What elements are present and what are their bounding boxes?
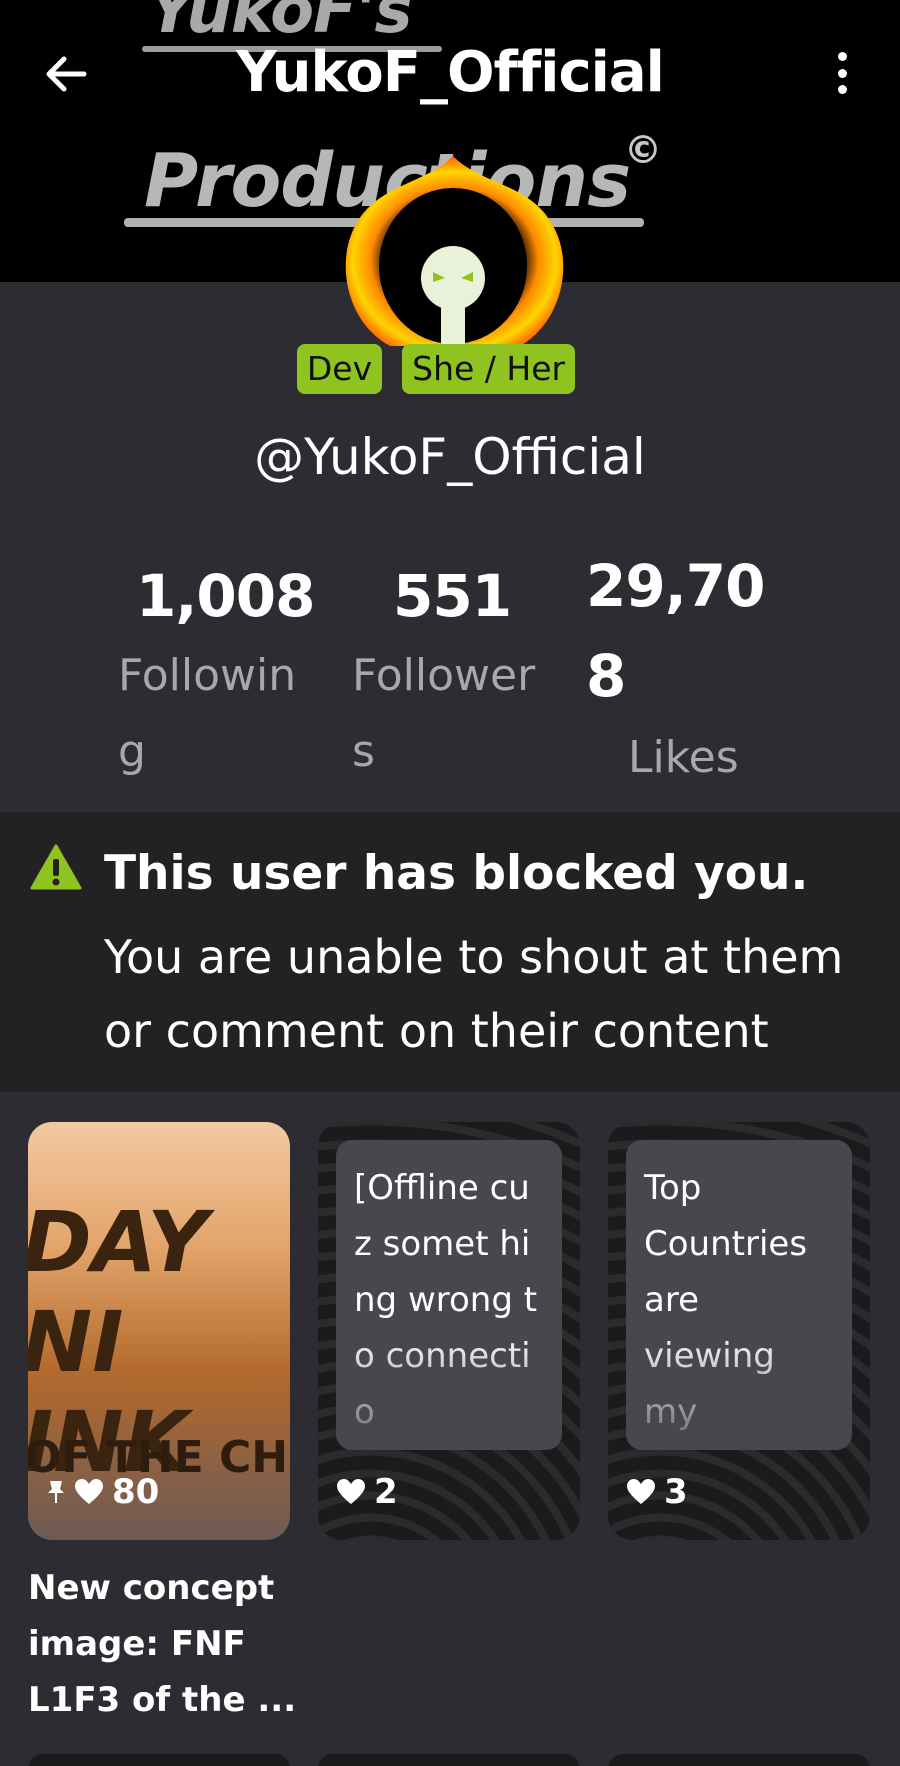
followers-label-line2: s [352, 726, 375, 777]
blocked-notice-body: You are unable to shout at them or comme… [104, 930, 844, 1058]
heart-icon [337, 1479, 365, 1504]
post-card-partial[interactable] [28, 1754, 290, 1766]
likes-label: Likes [628, 732, 739, 783]
post-card-partial[interactable] [608, 1754, 870, 1766]
post-card-partial[interactable] [318, 1754, 580, 1766]
page-title: YukoF_Official [236, 40, 665, 105]
following-label-line2: g [118, 726, 146, 777]
kebab-menu-icon [837, 52, 847, 61]
blocked-notice-title: This user has blocked you. [104, 846, 809, 901]
post-likes: 3 [626, 1472, 688, 1512]
avatar[interactable] [330, 154, 576, 350]
heart-icon [627, 1479, 655, 1504]
likes-count-line2: 8 [586, 642, 626, 710]
pronouns-badge: She / Her [402, 344, 576, 394]
post-like-count: 2 [374, 1472, 398, 1512]
profile-handle: @YukoF_Official [254, 428, 646, 486]
post-text-panel: Top Countries are viewing my [626, 1140, 852, 1450]
more-options-button[interactable] [822, 48, 862, 98]
pin-icon [48, 1481, 64, 1503]
profile-badges: Dev She / Her [0, 344, 900, 394]
post-like-count: 3 [664, 1472, 688, 1512]
heart-icon [75, 1479, 103, 1504]
role-badge: Dev [296, 344, 383, 394]
likes-count-line1: 29,70 [586, 552, 765, 620]
banner-copyright-symbol: © [624, 128, 662, 172]
following-count: 1,008 [136, 562, 315, 630]
post-card[interactable]: Top Countries are viewing my 3 [608, 1122, 870, 1540]
warning-icon [30, 844, 82, 890]
followers-count: 551 [393, 562, 512, 630]
post-likes: 80 [46, 1472, 159, 1512]
post-card[interactable]: [Offline cuz somet hing wrong to connect… [318, 1122, 580, 1540]
post-text-panel: [Offline cuz somet hing wrong to connect… [336, 1140, 562, 1450]
post-caption[interactable]: New concept image: FNF L1F3 of the ... [28, 1560, 308, 1728]
followers-label-line1: Follower [352, 650, 536, 701]
avatar-image [345, 156, 564, 346]
post-likes: 2 [336, 1472, 398, 1512]
post-card[interactable]: DAY NI INK OF THE CH 80 [28, 1122, 290, 1540]
post-like-count: 80 [112, 1472, 160, 1512]
